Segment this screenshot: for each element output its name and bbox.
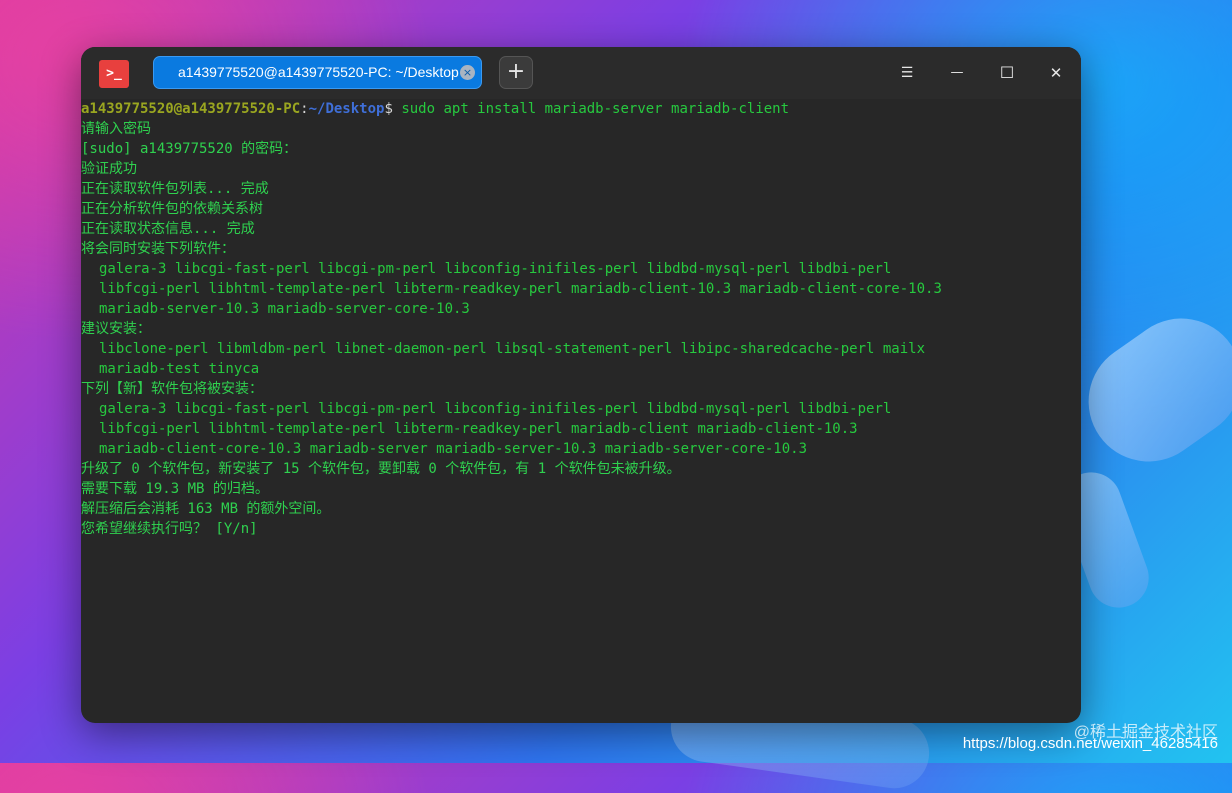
prompt-path: ~/Desktop: [308, 101, 385, 117]
prompt-colon: :: [300, 101, 309, 117]
menu-icon[interactable]: ☰: [895, 61, 919, 85]
maximize-button[interactable]: ☐: [995, 61, 1019, 85]
package-list-line: mariadb-test tinyca: [99, 361, 260, 377]
output-line: 将会同时安装下列软件：: [81, 241, 235, 257]
watermark-url: https://blog.csdn.net/weixin_46285416: [962, 735, 1218, 752]
output-line: 建议安装：: [81, 321, 151, 337]
output-line: 正在分析软件包的依赖关系树: [81, 201, 263, 217]
output-line: 验证成功: [81, 161, 137, 177]
prompt-user: a1439775520@a1439775520-PC: [81, 101, 301, 117]
output-line: 解压缩后会消耗 163 MB 的额外空间。: [81, 501, 331, 517]
tab-terminal[interactable]: a1439775520@a1439775520-PC: ~/Desktop ×: [153, 56, 482, 89]
output-line: 下列【新】软件包将被安装：: [81, 381, 263, 397]
output-line: 正在读取软件包列表... 完成: [81, 181, 269, 197]
package-list-line: libfcgi-perl libhtml-template-perl libte…: [99, 421, 858, 437]
output-line: 升级了 0 个软件包，新安装了 15 个软件包，要卸载 0 个软件包，有 1 个…: [81, 461, 681, 477]
output-line: 正在读取状态信息... 完成: [81, 221, 255, 237]
close-button[interactable]: ✕: [1044, 61, 1068, 85]
package-list-line: galera-3 libcgi-fast-perl libcgi-pm-perl…: [99, 261, 892, 277]
package-list-line: libclone-perl libmldbm-perl libnet-daemo…: [99, 341, 926, 357]
package-list-line: galera-3 libcgi-fast-perl libcgi-pm-perl…: [99, 401, 892, 417]
output-line: 请输入密码: [81, 121, 151, 137]
confirm-prompt-line: 您希望继续执行吗？ [Y/n]: [81, 521, 258, 537]
tab-close-icon[interactable]: ×: [460, 65, 475, 80]
prompt-line: a1439775520@a1439775520-PC:~/Desktop$ su…: [81, 99, 1081, 119]
minimize-button[interactable]: —: [945, 61, 969, 85]
terminal-window: >_ a1439775520@a1439775520-PC: ~/Desktop…: [81, 47, 1081, 723]
command-text: sudo apt install mariadb-server mariadb-…: [392, 101, 790, 117]
tab-label: a1439775520@a1439775520-PC: ~/Desktop: [178, 64, 459, 80]
terminal-output[interactable]: a1439775520@a1439775520-PC:~/Desktop$ su…: [81, 99, 1081, 723]
package-list-line: libfcgi-perl libhtml-template-perl libte…: [99, 281, 942, 297]
titlebar: >_ a1439775520@a1439775520-PC: ~/Desktop…: [81, 47, 1081, 99]
package-list-line: mariadb-client-core-10.3 mariadb-server …: [99, 441, 808, 457]
output-line: 需要下载 19.3 MB 的归档。: [81, 481, 269, 497]
terminal-app-icon: >_: [99, 60, 129, 88]
prompt-dollar: $: [384, 101, 393, 117]
new-tab-button[interactable]: +: [499, 56, 533, 89]
background-decoration: [1065, 294, 1232, 486]
package-list-line: mariadb-server-10.3 mariadb-server-core-…: [99, 301, 470, 317]
output-line: [sudo] a1439775520 的密码：: [81, 141, 298, 157]
